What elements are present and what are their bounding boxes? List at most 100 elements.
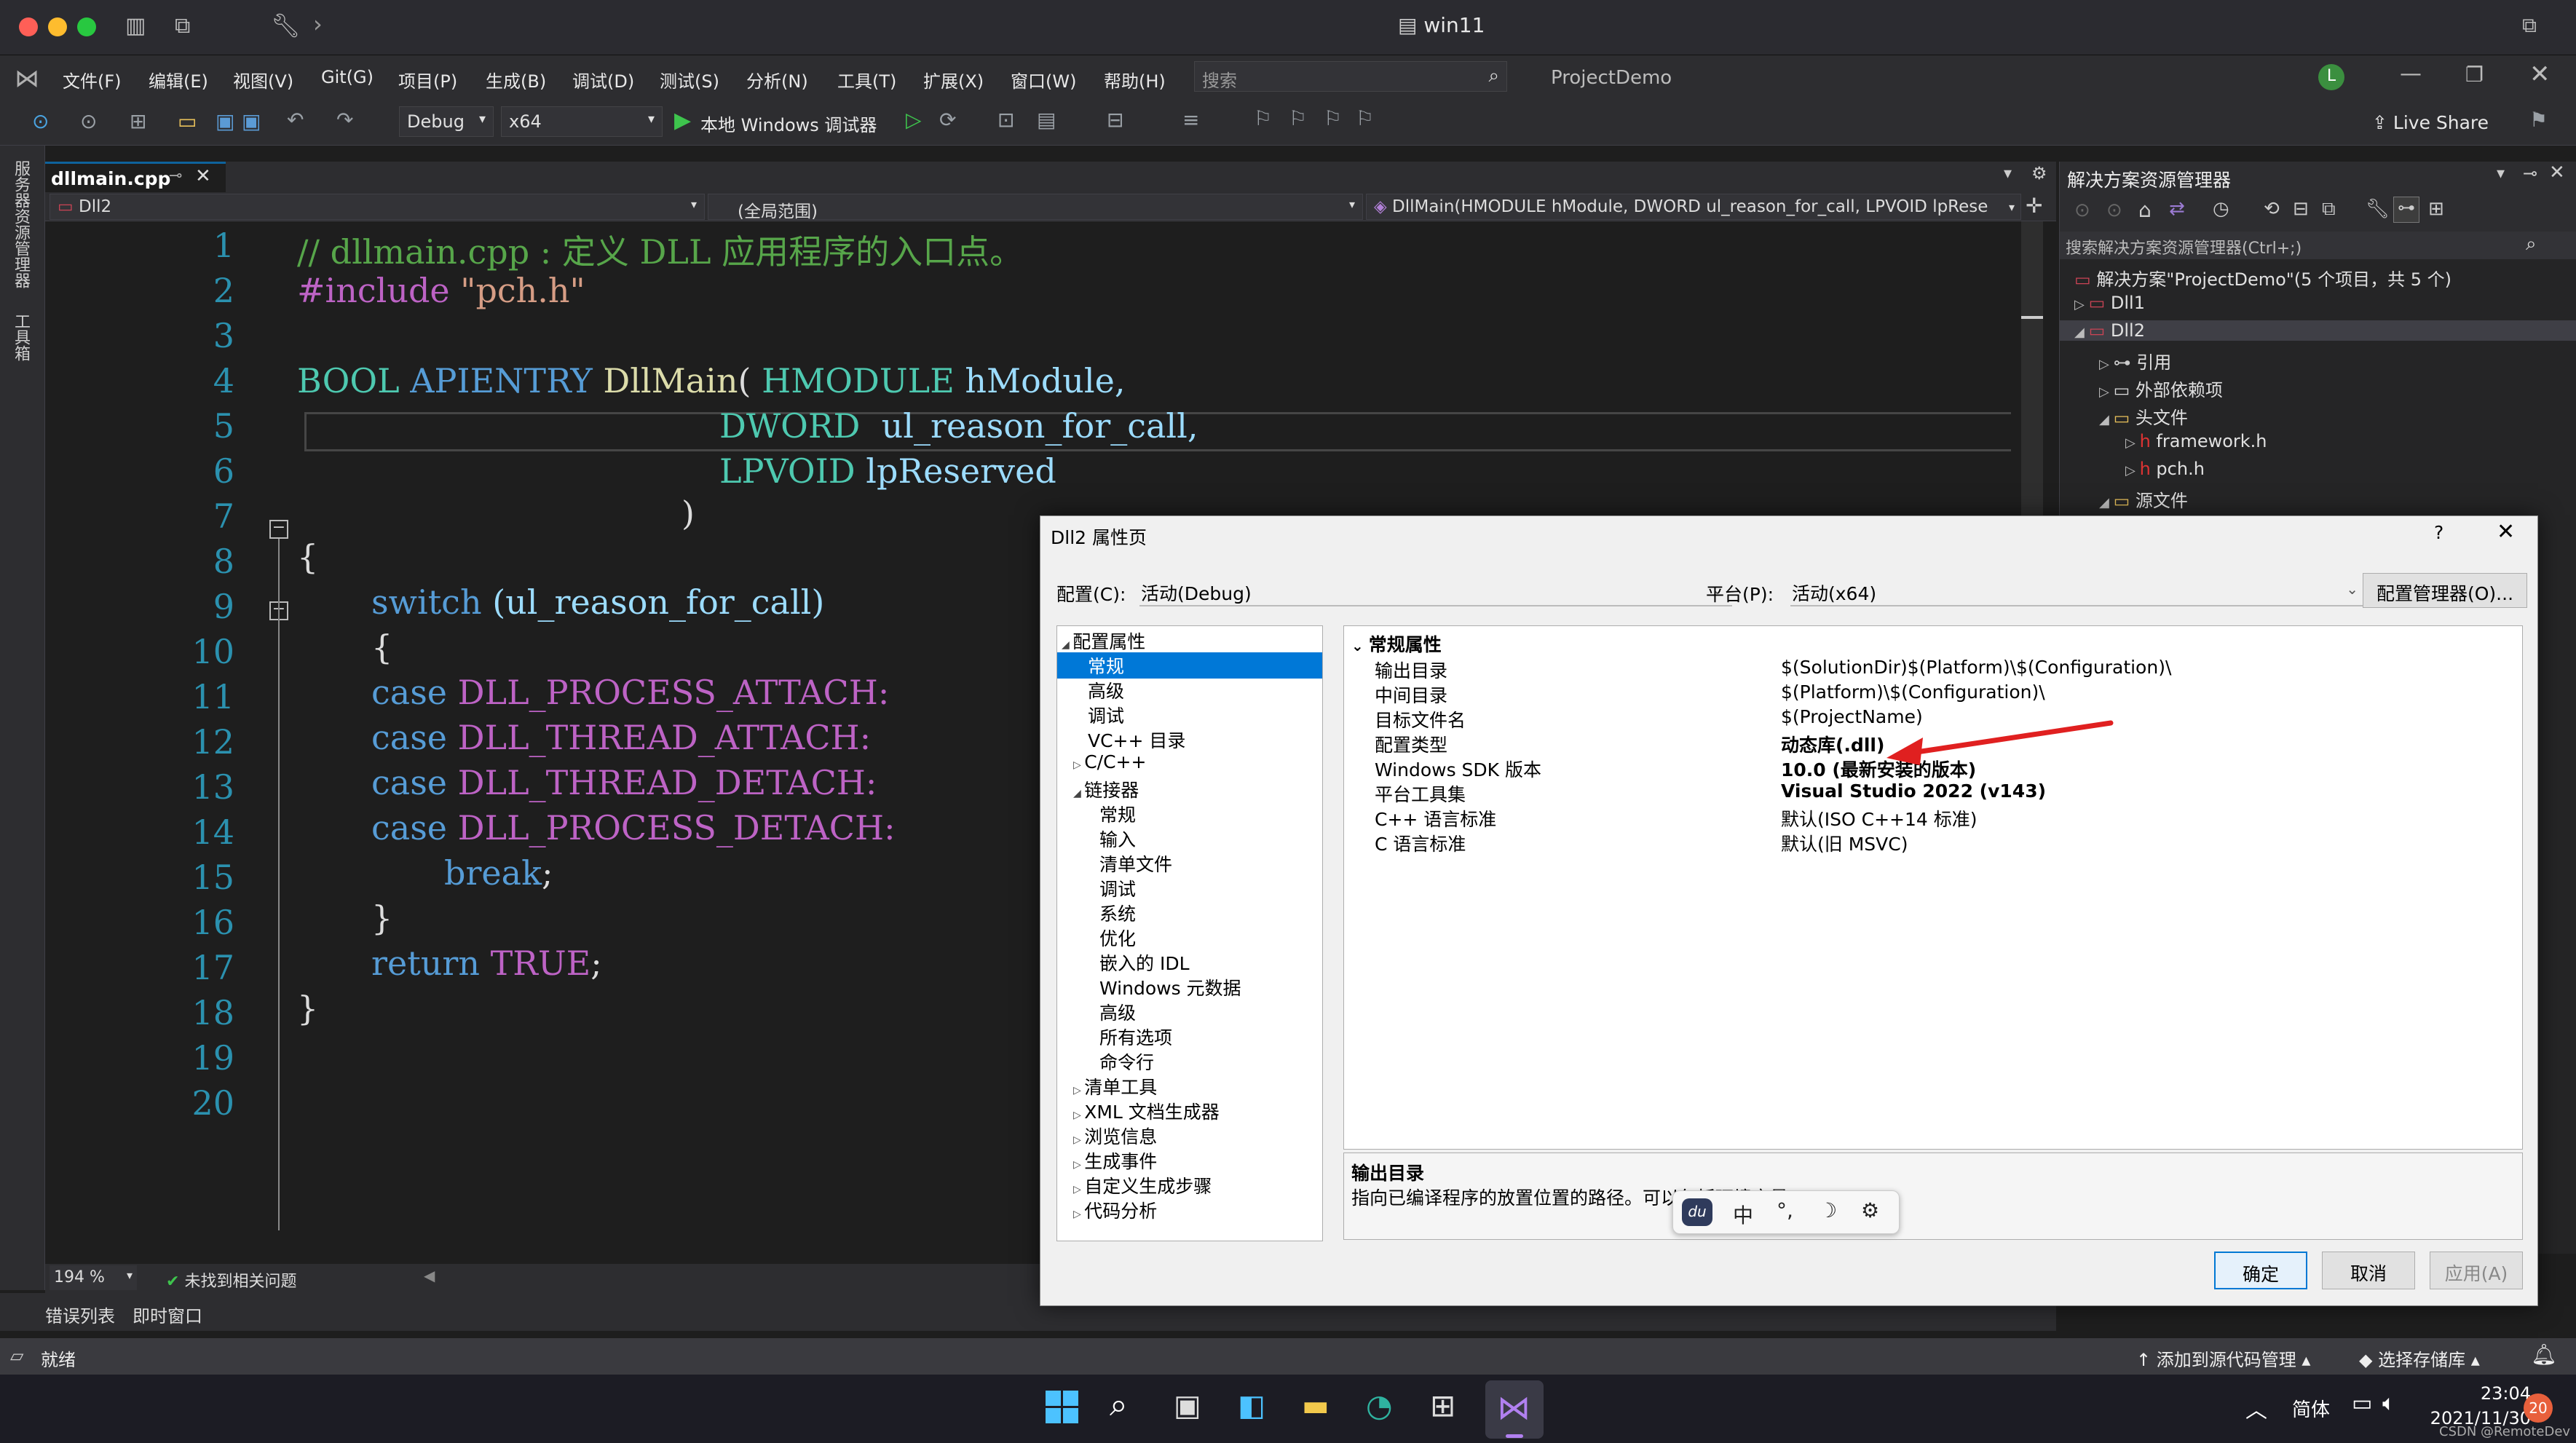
scope-nav-dropdown[interactable]: (全局范围) ▾	[708, 194, 1363, 220]
forward-icon[interactable]: ⊙	[80, 109, 97, 133]
volume-icon[interactable]: 🔈︎	[2382, 1391, 2395, 1416]
wrench-icon[interactable]: 🔧︎	[271, 12, 301, 39]
tab-overflow-icon[interactable]: ▾	[2004, 165, 2012, 183]
widgets-icon[interactable]: ◧	[1238, 1389, 1265, 1423]
file-explorer-icon[interactable]: ▬	[1302, 1389, 1330, 1423]
property-row[interactable]: 平台工具集 Visual Studio 2022 (v143)	[1344, 779, 2522, 805]
start-icon[interactable]	[1046, 1391, 1079, 1424]
property-value[interactable]: $(SolutionDir)$(Platform)\$(Configuratio…	[1781, 657, 2171, 678]
chevron-right-icon[interactable]: ›	[313, 10, 323, 38]
layout-icon[interactable]: ▤	[1037, 108, 1056, 132]
tree-item[interactable]: ◢ ▭ 头文件	[2099, 403, 2188, 429]
chevron-right-icon[interactable]: ▷	[1073, 1085, 1084, 1096]
close-icon[interactable]: ✕	[2497, 519, 2515, 545]
close-tab-icon[interactable]: ✕	[195, 165, 211, 187]
menu-item[interactable]: 窗口(W)	[1011, 67, 1076, 92]
scroll-left-icon[interactable]: ◀	[424, 1267, 435, 1284]
config-dropdown[interactable]: Debug ▾	[399, 106, 494, 137]
solution-icon[interactable]: ⊡	[997, 108, 1014, 132]
chevron-right-icon[interactable]: ▷	[1073, 1184, 1084, 1195]
property-tree-item[interactable]: 命令行	[1057, 1048, 1322, 1075]
close-icon[interactable]: ✕	[2549, 162, 2565, 183]
chevron-right-icon[interactable]: ▷	[2125, 435, 2140, 451]
notification-badge[interactable]: 20	[2524, 1393, 2553, 1423]
property-tree-item[interactable]: 所有选项	[1057, 1024, 1322, 1050]
tree-item[interactable]: ▷ h pch.h	[2125, 459, 2205, 479]
menu-item[interactable]: 文件(F)	[63, 67, 122, 92]
property-tree-item[interactable]: VC++ 目录	[1057, 727, 1322, 753]
zoom-window-button[interactable]	[77, 17, 96, 36]
settings-icon[interactable]: ⚙	[2031, 163, 2047, 183]
store-icon[interactable]: ⊞	[1430, 1388, 1455, 1423]
new-item-icon[interactable]: ⊞	[130, 109, 146, 133]
sidebar-toggle-icon[interactable]: ▥	[125, 13, 146, 39]
property-value[interactable]: 动态库(.dll)	[1781, 731, 1884, 757]
property-tree-item[interactable]: 调试	[1057, 702, 1322, 728]
network-icon[interactable]: ▭	[2352, 1391, 2372, 1416]
class-view-icon[interactable]: ⊞	[2428, 198, 2444, 220]
chevron-down-icon[interactable]: ◢	[1073, 788, 1084, 799]
property-value[interactable]: Visual Studio 2022 (v143)	[1781, 780, 2046, 802]
solution-search-box[interactable]: 搜索解决方案资源管理器(Ctrl+;) ⌕	[2060, 232, 2576, 259]
chevron-right-icon[interactable]: ▷	[1073, 1209, 1084, 1220]
split-editor-icon[interactable]: ✛	[2026, 194, 2042, 218]
pin-icon[interactable]: ⊸	[2523, 163, 2537, 183]
ime-logo-icon[interactable]: du	[1682, 1198, 1712, 1226]
property-tree-item[interactable]: 优化	[1057, 925, 1322, 951]
config-select[interactable]: 活动(Debug) ⌄	[1132, 574, 1732, 606]
property-tree-item[interactable]: 清单文件	[1057, 850, 1322, 877]
search-icon[interactable]: ⌕	[2526, 233, 2537, 256]
hot-reload-icon[interactable]: ⟳	[939, 108, 956, 132]
tree-item[interactable]: ◢ ▭ 源文件	[2099, 486, 2188, 512]
chevron-down-icon[interactable]: ◢	[2099, 412, 2114, 427]
tab-error-list[interactable]: 错误列表	[45, 1302, 115, 1327]
section-header[interactable]: ⌄ 常规属性	[1351, 630, 1442, 657]
property-tree-item[interactable]: ▷ 自定义生成步骤	[1057, 1172, 1322, 1198]
restore-icon[interactable]: ❐	[2465, 63, 2484, 87]
property-tree-item[interactable]: 常规	[1057, 652, 1322, 679]
task-view-icon[interactable]: ▣	[1174, 1389, 1201, 1423]
zoom-dropdown[interactable]: 194 % ▾	[50, 1265, 137, 1290]
issues-indicator[interactable]: ✔ 未找到相关问题	[166, 1268, 296, 1292]
menu-item[interactable]: Git(G)	[321, 67, 374, 87]
platform-dropdown[interactable]: x64 ▾	[501, 106, 663, 137]
property-tree-item[interactable]: ▷ 生成事件	[1057, 1147, 1322, 1174]
next-bookmark-icon[interactable]: ⚐	[1324, 106, 1342, 130]
clock-time[interactable]: 23:04	[2446, 1383, 2531, 1404]
close-window-button[interactable]	[19, 17, 38, 36]
comment-icon[interactable]: ≡	[1182, 108, 1199, 132]
config-manager-button[interactable]: 配置管理器(O)...	[2363, 573, 2527, 608]
tab-immediate-window[interactable]: 即时窗口	[133, 1302, 202, 1327]
property-tree-item[interactable]: ▷ C/C++	[1057, 751, 1322, 772]
prev-bookmark-icon[interactable]: ⚐	[1289, 106, 1307, 130]
property-row[interactable]: 中间目录 $(Platform)\$(Configuration)\	[1344, 680, 2522, 706]
function-nav-dropdown[interactable]: ◈ DllMain(HMODULE hModule, DWORD ul_reas…	[1366, 194, 2021, 220]
search-input[interactable]: 搜索	[1202, 66, 1237, 92]
dropdown-icon[interactable]: ▾	[2497, 165, 2505, 183]
clear-bookmark-icon[interactable]: ⚐	[1356, 106, 1374, 130]
chevron-right-icon[interactable]: ▷	[1073, 1134, 1084, 1146]
format-icon[interactable]: ⊟	[1107, 108, 1123, 132]
run-debugger-button[interactable]: 本地 Windows 调试器	[700, 111, 877, 136]
property-tree-item[interactable]: 调试	[1057, 875, 1322, 901]
back-icon[interactable]: ⊙	[32, 109, 49, 133]
switch-views-icon[interactable]: ⇄	[2169, 198, 2185, 220]
tree-item[interactable]: ◢ ▭ Dll2	[2060, 320, 2576, 341]
toolbox-tab[interactable]: 工具箱	[12, 313, 32, 361]
property-row[interactable]: C++ 语言标准 默认(ISO C++14 标准)	[1344, 804, 2522, 830]
notification-bell-icon[interactable]: 🔔︎	[2531, 1343, 2557, 1367]
apply-button[interactable]: 应用(A)	[2430, 1252, 2523, 1289]
feedback-icon[interactable]: ⚑	[2529, 108, 2548, 132]
avatar[interactable]: L	[2318, 64, 2344, 90]
forward-icon[interactable]: ⊙	[2106, 199, 2122, 221]
minimize-window-button[interactable]	[48, 17, 67, 36]
menu-item[interactable]: 工具(T)	[837, 67, 896, 92]
property-tree-item[interactable]: ▷ 代码分析	[1057, 1197, 1322, 1223]
input-language[interactable]: 简体	[2292, 1395, 2330, 1422]
search-icon[interactable]: ⌕	[1488, 65, 1499, 87]
tab-dllmain[interactable]: dllmain.cpp ⊸ ✕	[45, 162, 226, 192]
search-box[interactable]: 搜索 ⌕	[1194, 61, 1507, 92]
property-tree-item[interactable]: 高级	[1057, 999, 1322, 1025]
property-tree-item[interactable]: ◢ 链接器	[1057, 776, 1322, 802]
menu-item[interactable]: 项目(P)	[398, 67, 457, 92]
